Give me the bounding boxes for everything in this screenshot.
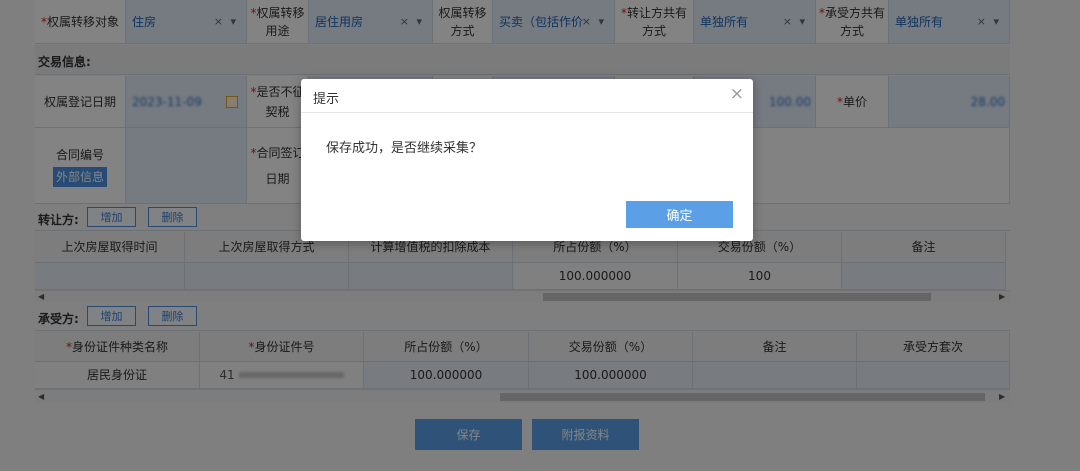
transferee-scrollbar[interactable]: ◀ ▶ [35, 389, 1010, 403]
transferor-share-select[interactable]: 单独所有 × ▾ [694, 0, 816, 44]
clear-dropdown-icon[interactable]: × ▾ [783, 10, 807, 34]
scroll-thumb[interactable] [543, 293, 931, 301]
transferor-col-header: 上次房屋取得时间 [35, 232, 185, 263]
tax-exempt-label: *是否不征 契税 [247, 76, 309, 128]
transfer-use-label: *权属转移 用途 [247, 0, 309, 44]
transferee-col-header: 所占份额（%） [364, 332, 529, 362]
calendar-icon[interactable] [226, 95, 238, 108]
attach-docs-button[interactable]: 附报资料 [532, 419, 639, 450]
transferee-col-header: 备注 [693, 332, 857, 362]
scroll-left-icon[interactable]: ◀ [38, 392, 44, 401]
table-cell[interactable] [693, 362, 857, 389]
transferee-col-header: 交易份额（%） [529, 332, 693, 362]
trade-section-title: 交易信息: [38, 55, 91, 69]
success-dialog: 提示 × 保存成功，是否继续采集？ 确定 [301, 79, 753, 241]
scroll-right-icon[interactable]: ▶ [999, 292, 1005, 301]
dialog-header: 提示 × [301, 79, 753, 113]
confirm-button[interactable]: 确定 [626, 201, 733, 228]
transferee-delete-button[interactable]: 删除 [148, 306, 197, 326]
masked-id-bar [238, 372, 344, 378]
transferor-add-button[interactable]: 增加 [87, 207, 136, 227]
table-cell[interactable]: 100.000000 [529, 362, 693, 389]
contract-no-input[interactable] [126, 128, 247, 204]
unit-price-label: * 单价 [816, 76, 889, 128]
contract-no-label: 合同编号 外部信息 [35, 128, 126, 204]
table-cell: 100 [678, 263, 842, 290]
close-icon[interactable]: × [730, 84, 744, 104]
transferor-delete-button[interactable]: 删除 [148, 207, 197, 227]
transfer-method-label: 权属转移 方式 [433, 0, 493, 44]
transfer-method-select[interactable]: 买卖（包括作价 × ▾ [493, 0, 615, 44]
scroll-thumb[interactable] [500, 393, 985, 401]
external-info-button[interactable]: 外部信息 [52, 166, 107, 187]
table-cell: 100.000000 [513, 263, 678, 290]
clear-dropdown-icon[interactable]: × ▾ [977, 10, 1001, 34]
unit-price-input[interactable]: 28.00 [889, 76, 1010, 128]
scroll-left-icon[interactable]: ◀ [38, 292, 44, 301]
table-cell[interactable] [842, 263, 1006, 290]
table-cell[interactable] [185, 263, 349, 290]
transferor-share-label: *转让方共有 方式 [615, 0, 694, 44]
clear-dropdown-icon[interactable]: × ▾ [214, 10, 238, 34]
table-cell[interactable]: 100.000000 [364, 362, 529, 389]
transferee-col-header: * 身份证件种类名称 [35, 332, 200, 362]
reg-date-input[interactable]: 2023-11-09 [126, 76, 247, 128]
transferee-title: 承受方: [38, 312, 79, 326]
scroll-right-icon[interactable]: ▶ [999, 392, 1005, 401]
dialog-title: 提示 [313, 92, 340, 107]
id-number-cell: 41 [200, 362, 364, 389]
table-cell[interactable] [35, 263, 185, 290]
transferor-title: 转让方: [38, 213, 79, 227]
transferee-add-button[interactable]: 增加 [87, 306, 136, 326]
transfer-target-label: * 权属转移对象 [35, 0, 126, 44]
transferor-col-header: 备注 [842, 232, 1006, 263]
clear-dropdown-icon[interactable]: × ▾ [400, 10, 424, 34]
table-cell[interactable] [349, 263, 513, 290]
table-cell[interactable] [857, 362, 1010, 389]
transferee-col-header: 承受方套次 [857, 332, 1010, 362]
transferor-scrollbar[interactable]: ◀ ▶ [35, 290, 1010, 302]
sign-date-label: *合同签订 日期 [247, 128, 309, 204]
transferee-share-label: *承受方共有 方式 [816, 0, 889, 44]
clear-dropdown-icon[interactable]: × ▾ [582, 10, 606, 34]
transfer-use-select[interactable]: 居住用房 × ▾ [309, 0, 433, 44]
trade-section-bar [35, 45, 1010, 75]
transferee-col-header: * 身份证件号 [200, 332, 364, 362]
transferee-share-select[interactable]: 单独所有 × ▾ [889, 0, 1010, 44]
dialog-message: 保存成功，是否继续采集？ [326, 141, 483, 156]
save-button[interactable]: 保存 [415, 419, 522, 450]
transfer-target-select[interactable]: 住房 × ▾ [126, 0, 247, 44]
reg-date-label: 权属登记日期 [35, 76, 126, 128]
table-cell: 居民身份证 [35, 362, 200, 389]
